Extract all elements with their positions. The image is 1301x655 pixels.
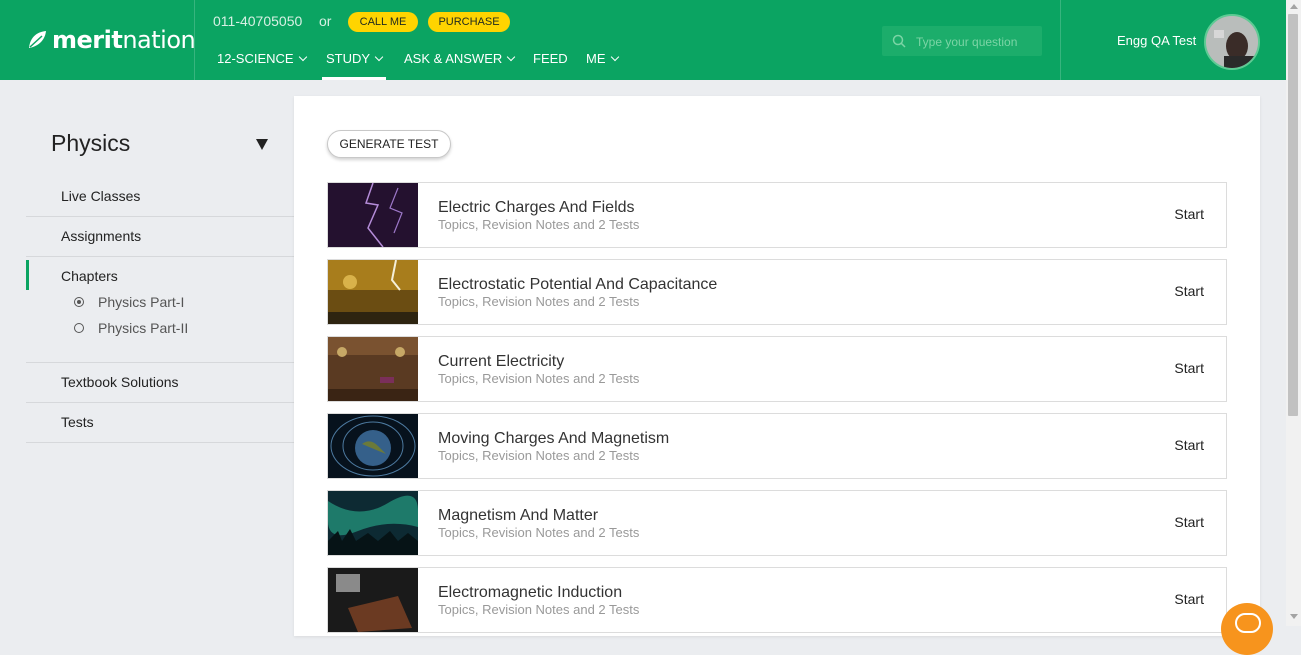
chapter-title[interactable]: Electric Charges And Fields bbox=[438, 199, 635, 217]
chapter-subtitle: Topics, Revision Notes and 2 Tests bbox=[438, 217, 640, 232]
chevron-down-icon bbox=[507, 52, 516, 61]
sidebar-item-label: Chapters bbox=[61, 268, 118, 284]
capacitor-thumbnail-icon bbox=[328, 260, 418, 324]
avatar[interactable] bbox=[1204, 14, 1260, 70]
leaf-logo-icon bbox=[29, 31, 46, 48]
chat-support-icon[interactable] bbox=[1221, 603, 1273, 655]
sidebar-item-textbook-solutions[interactable]: Textbook Solutions bbox=[26, 363, 294, 403]
top-header: meritnation 011-40705050 or CALL ME PURC… bbox=[0, 0, 1286, 80]
sidebar-item-label: Assignments bbox=[61, 228, 142, 244]
chapter-subtitle: Topics, Revision Notes and 2 Tests bbox=[438, 294, 640, 309]
nav-me[interactable]: ME bbox=[586, 51, 619, 66]
chapter-subtitle: Topics, Revision Notes and 2 Tests bbox=[438, 525, 640, 540]
chapter-title[interactable]: Magnetism And Matter bbox=[438, 507, 598, 525]
chapter-title[interactable]: Electromagnetic Induction bbox=[438, 584, 622, 602]
earth-thumbnail-icon bbox=[328, 414, 418, 478]
nav-feed[interactable]: FEED bbox=[533, 51, 568, 66]
chapter-title[interactable]: Electrostatic Potential And Capacitance bbox=[438, 276, 717, 294]
nav-label: ME bbox=[586, 51, 606, 66]
radio-checked-icon[interactable] bbox=[74, 297, 84, 307]
active-indicator bbox=[26, 260, 29, 290]
circuit-thumbnail-icon bbox=[328, 337, 418, 401]
sidebar-item-chapters[interactable]: Chapters Physics Part-I Physics Part-II bbox=[26, 257, 294, 363]
aurora-thumbnail-icon bbox=[328, 491, 418, 555]
sidebar-item-label: Textbook Solutions bbox=[61, 374, 179, 390]
generate-test-button[interactable]: GENERATE TEST bbox=[327, 130, 451, 158]
scroll-thumb[interactable] bbox=[1288, 14, 1298, 416]
user-photo-icon bbox=[1206, 16, 1258, 68]
chevron-down-icon bbox=[374, 52, 384, 61]
chapter-list-panel: GENERATE TEST Electric Charges And Field… bbox=[294, 96, 1260, 636]
or-text: or bbox=[319, 13, 332, 29]
chevron-down-icon bbox=[298, 52, 307, 61]
chapter-subtitle: Topics, Revision Notes and 2 Tests bbox=[438, 602, 640, 617]
start-button[interactable]: Start bbox=[1174, 514, 1204, 530]
nav-label: ASK & ANSWER bbox=[404, 51, 503, 66]
scroll-down-arrow-icon[interactable] bbox=[1290, 614, 1298, 619]
sidebar-item-assignments[interactable]: Assignments bbox=[26, 217, 294, 257]
search-box bbox=[882, 26, 1042, 56]
chapter-row[interactable]: Current Electricity Topics, Revision Not… bbox=[327, 336, 1227, 402]
induction-thumbnail-icon bbox=[328, 568, 418, 632]
scroll-up-arrow-icon[interactable] bbox=[1290, 4, 1298, 9]
radio-unchecked-icon[interactable] bbox=[74, 323, 84, 333]
nav-label: 12-SCIENCE bbox=[217, 51, 294, 66]
nav-ask-answer[interactable]: ASK & ANSWER bbox=[404, 51, 516, 66]
sidebar-item-label: Live Classes bbox=[61, 188, 141, 204]
meritnation-logo[interactable]: meritnation bbox=[26, 22, 196, 58]
sidebar-item-tests[interactable]: Tests bbox=[26, 403, 294, 443]
header-divider bbox=[194, 0, 195, 80]
start-button[interactable]: Start bbox=[1174, 283, 1204, 299]
header-divider bbox=[1060, 0, 1061, 80]
phone-number: 011-40705050 bbox=[213, 13, 303, 29]
nav-label: STUDY bbox=[326, 51, 371, 66]
page-scrollbar[interactable] bbox=[1286, 0, 1301, 626]
purchase-button[interactable]: PURCHASE bbox=[428, 12, 510, 32]
start-button[interactable]: Start bbox=[1174, 437, 1204, 453]
chapter-subtitle: Topics, Revision Notes and 2 Tests bbox=[438, 371, 640, 386]
lightning-thumbnail-icon bbox=[328, 183, 418, 247]
user-name[interactable]: Engg QA Test bbox=[1117, 33, 1196, 48]
chapter-row[interactable]: Electromagnetic Induction Topics, Revisi… bbox=[327, 567, 1227, 633]
nav-label: FEED bbox=[533, 51, 568, 66]
nav-12-science[interactable]: 12-SCIENCE bbox=[217, 51, 307, 66]
part-label: Physics Part-I bbox=[98, 294, 185, 310]
start-button[interactable]: Start bbox=[1174, 591, 1204, 607]
sidebar-item-label: Tests bbox=[61, 414, 94, 430]
nav-study[interactable]: STUDY bbox=[326, 51, 384, 66]
sidebar-item-live-classes[interactable]: Live Classes bbox=[26, 177, 294, 217]
part-option-physics-part-ii[interactable]: Physics Part-II bbox=[74, 320, 188, 336]
chapter-row[interactable]: Electrostatic Potential And Capacitance … bbox=[327, 259, 1227, 325]
start-button[interactable]: Start bbox=[1174, 206, 1204, 222]
chapter-row[interactable]: Magnetism And Matter Topics, Revision No… bbox=[327, 490, 1227, 556]
chevron-down-icon bbox=[610, 52, 619, 61]
chapter-subtitle: Topics, Revision Notes and 2 Tests bbox=[438, 448, 640, 463]
subject-title[interactable]: Physics bbox=[51, 130, 130, 157]
search-icon bbox=[892, 34, 906, 48]
start-button[interactable]: Start bbox=[1174, 360, 1204, 376]
nav-active-indicator bbox=[322, 77, 386, 80]
search-input[interactable] bbox=[914, 32, 1038, 52]
caret-down-icon[interactable] bbox=[256, 139, 268, 150]
part-option-physics-part-i[interactable]: Physics Part-I bbox=[74, 294, 184, 310]
chapter-title[interactable]: Current Electricity bbox=[438, 353, 564, 371]
chapter-row[interactable]: Moving Charges And Magnetism Topics, Rev… bbox=[327, 413, 1227, 479]
logo-text-nation: nation bbox=[122, 26, 196, 54]
sidebar: Physics Live Classes Assignments Chapter… bbox=[26, 96, 294, 636]
chapter-row[interactable]: Electric Charges And Fields Topics, Revi… bbox=[327, 182, 1227, 248]
part-label: Physics Part-II bbox=[98, 320, 189, 336]
logo-text-merit: merit bbox=[52, 26, 123, 54]
chapter-title[interactable]: Moving Charges And Magnetism bbox=[438, 430, 669, 448]
call-me-button[interactable]: CALL ME bbox=[348, 12, 418, 32]
